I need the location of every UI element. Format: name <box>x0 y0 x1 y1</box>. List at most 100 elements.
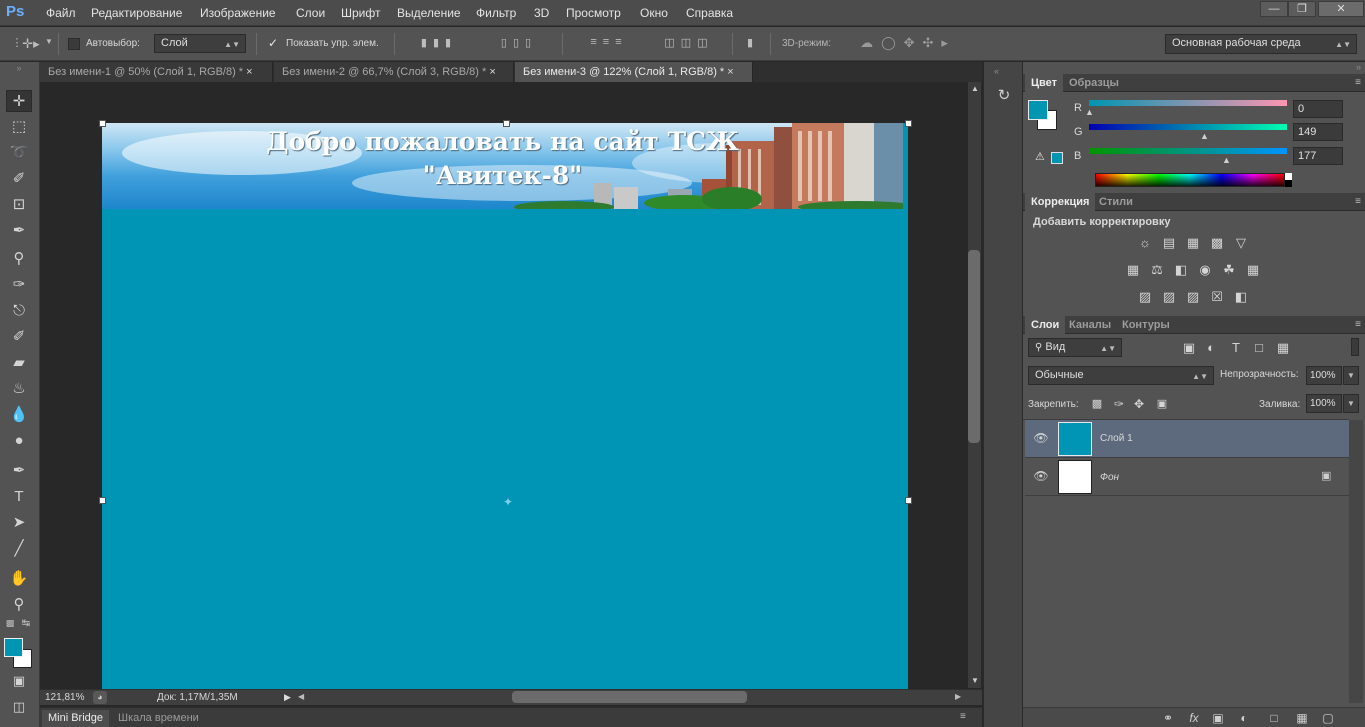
align-left-icons[interactable]: ▯▯▯ <box>484 36 554 49</box>
layer-name[interactable]: Фон <box>1100 472 1119 483</box>
restore-icon[interactable]: ❐ <box>1288 1 1316 17</box>
b-value-field[interactable]: 177 <box>1293 147 1343 165</box>
menu-select[interactable]: Выделение <box>397 6 461 20</box>
status-menu-icon[interactable]: ▶ <box>284 692 294 703</box>
layer-style-icon[interactable]: fx <box>1185 710 1203 726</box>
tab-mini-bridge[interactable]: Mini Bridge <box>42 710 110 727</box>
color-lookup-icon[interactable]: ▦ <box>1245 262 1261 278</box>
transform-handle[interactable] <box>905 497 912 504</box>
eyedropper-tool-icon[interactable]: ✒ <box>6 220 32 242</box>
quick-select-tool-icon[interactable]: ✐ <box>6 168 32 190</box>
align-top-icons[interactable]: ▮▮▮ <box>404 36 474 49</box>
panel-menu-icon[interactable]: ≡ <box>960 711 966 722</box>
spectrum-white-swatch[interactable] <box>1285 173 1292 180</box>
transform-handle[interactable] <box>905 120 912 127</box>
line-tool-icon[interactable]: ╱ <box>6 538 32 560</box>
web-safe-color-swatch[interactable] <box>1051 152 1063 164</box>
g-value-field[interactable]: 149 <box>1293 123 1343 141</box>
tab-styles[interactable]: Стили <box>1093 193 1139 211</box>
filter-smart-object-icon[interactable]: ▦ <box>1275 340 1291 356</box>
close-icon[interactable]: × <box>489 66 495 78</box>
blend-mode-dropdown[interactable]: Обычные ▲▼ <box>1028 366 1214 385</box>
tab-document-2[interactable]: Без имени-2 @ 66,7% (Слой 3, RGB/8) * × <box>274 62 514 82</box>
tab-timeline[interactable]: Шкала времени <box>112 710 205 727</box>
stamp-tool-icon[interactable]: ⎋ <box>6 300 32 322</box>
exposure-icon[interactable]: ▩ <box>1209 235 1225 251</box>
foreground-color-swatch[interactable] <box>4 638 23 657</box>
show-controls-checkbox[interactable]: ✓ <box>268 37 280 50</box>
opacity-field[interactable]: 100% <box>1306 366 1342 385</box>
pen-tool-icon[interactable]: ✒ <box>6 460 32 482</box>
menu-type[interactable]: Шрифт <box>341 6 380 20</box>
distribute-horizontal-icons[interactable]: ◫◫◫ <box>654 36 724 49</box>
transform-handle[interactable] <box>99 120 106 127</box>
tab-color[interactable]: Цвет <box>1025 74 1064 92</box>
b-slider[interactable] <box>1089 148 1287 154</box>
autoselect-dropdown[interactable]: Слой ▲▼ <box>154 34 246 53</box>
default-colors-icon[interactable]: ▩ <box>4 618 16 629</box>
menu-edit[interactable]: Редактирование <box>91 6 182 20</box>
vibrance-icon[interactable]: ▽ <box>1233 235 1249 251</box>
lock-transparent-icon[interactable]: ▩ <box>1089 396 1105 412</box>
r-slider-thumb[interactable]: ▲ <box>1085 107 1094 117</box>
menu-window[interactable]: Окно <box>640 6 668 20</box>
scroll-down-icon[interactable]: ▼ <box>969 676 981 685</box>
filter-pixel-icon[interactable]: ▣ <box>1181 340 1197 356</box>
autoselect-checkbox[interactable] <box>68 38 80 50</box>
eraser-tool-icon[interactable]: ▰ <box>6 352 32 374</box>
collapse-icon[interactable]: « <box>994 66 999 76</box>
photo-filter-icon[interactable]: ◉ <box>1197 262 1213 278</box>
zoom-level[interactable]: 121,81% <box>45 692 84 703</box>
layer-mask-icon[interactable]: ▣ <box>1209 710 1227 726</box>
color-balance-icon[interactable]: ⚖ <box>1149 262 1165 278</box>
g-slider[interactable] <box>1089 124 1287 130</box>
healing-brush-tool-icon[interactable]: ⚲ <box>6 248 32 270</box>
layer-filter-dropdown[interactable]: ⚲ Вид ▲▼ <box>1028 338 1122 357</box>
move-tool-icon[interactable]: ✛ <box>6 90 32 112</box>
b-slider-thumb[interactable]: ▲ <box>1222 155 1231 165</box>
swap-colors-icon[interactable]: ↹ <box>20 618 32 629</box>
lock-pixels-icon[interactable]: ✑ <box>1111 396 1127 412</box>
brightness-contrast-icon[interactable]: ☼ <box>1137 235 1153 251</box>
filter-shape-icon[interactable]: □ <box>1251 340 1267 356</box>
r-value-field[interactable]: 0 <box>1293 100 1343 118</box>
black-white-icon[interactable]: ◧ <box>1173 262 1189 278</box>
hue-saturation-icon[interactable]: ▦ <box>1125 262 1141 278</box>
invert-icon[interactable]: ▨ <box>1137 289 1153 305</box>
blur-tool-icon[interactable]: 💧 <box>6 404 32 426</box>
quick-mask-icon[interactable]: ▣ <box>6 670 32 692</box>
layer-name[interactable]: Слой 1 <box>1100 433 1133 444</box>
tab-adjustments[interactable]: Коррекция <box>1025 193 1096 211</box>
gradient-map-icon[interactable]: ◧ <box>1233 289 1249 305</box>
link-layers-icon[interactable]: ⚭ <box>1159 710 1177 726</box>
brush-tool-icon[interactable]: ✑ <box>6 274 32 296</box>
visibility-eye-icon[interactable]: 👁 <box>1033 469 1049 485</box>
tab-layers[interactable]: Слои <box>1025 316 1066 334</box>
lock-all-icon[interactable]: ▣ <box>1154 396 1170 412</box>
tab-channels[interactable]: Каналы <box>1063 316 1117 334</box>
history-panel-icon[interactable]: ↻ <box>992 86 1016 110</box>
adjustment-layer-icon[interactable]: ◐ <box>1235 710 1253 726</box>
tab-document-1[interactable]: Без имени-1 @ 50% (Слой 1, RGB/8) * × <box>40 62 273 82</box>
layers-scrollbar[interactable] <box>1349 420 1363 703</box>
menu-help[interactable]: Справка <box>686 6 733 20</box>
menu-3d[interactable]: 3D <box>534 6 549 20</box>
panel-menu-icon[interactable]: ≡ <box>1355 196 1361 207</box>
delete-layer-icon[interactable]: ▢ <box>1319 710 1337 726</box>
paint-bucket-tool-icon[interactable]: ♨ <box>6 378 32 400</box>
close-icon[interactable]: ✕ <box>1318 1 1364 17</box>
layer-row-layer1[interactable]: 👁 Слой 1 <box>1025 420 1349 458</box>
filter-type-icon[interactable]: T <box>1228 340 1244 356</box>
crop-tool-icon[interactable]: ⊡ <box>6 194 32 216</box>
screen-mode-icon[interactable]: ◫ <box>6 696 32 718</box>
tab-document-3[interactable]: Без имени-3 @ 122% (Слой 1, RGB/8) * × <box>515 62 753 82</box>
share-icon[interactable]: ◕ <box>93 691 107 704</box>
menu-view[interactable]: Просмотр <box>566 6 621 20</box>
scroll-up-icon[interactable]: ▲ <box>969 84 981 93</box>
distribute-vertical-icons[interactable]: ≡≡≡ <box>574 36 644 48</box>
marquee-tool-icon[interactable]: ⬚ <box>6 116 32 138</box>
tab-swatches[interactable]: Образцы <box>1063 74 1125 92</box>
auto-align-icon[interactable]: ▮ <box>742 36 758 49</box>
scroll-right-icon[interactable]: ▶ <box>955 692 965 701</box>
minimize-icon[interactable]: — <box>1260 1 1288 17</box>
